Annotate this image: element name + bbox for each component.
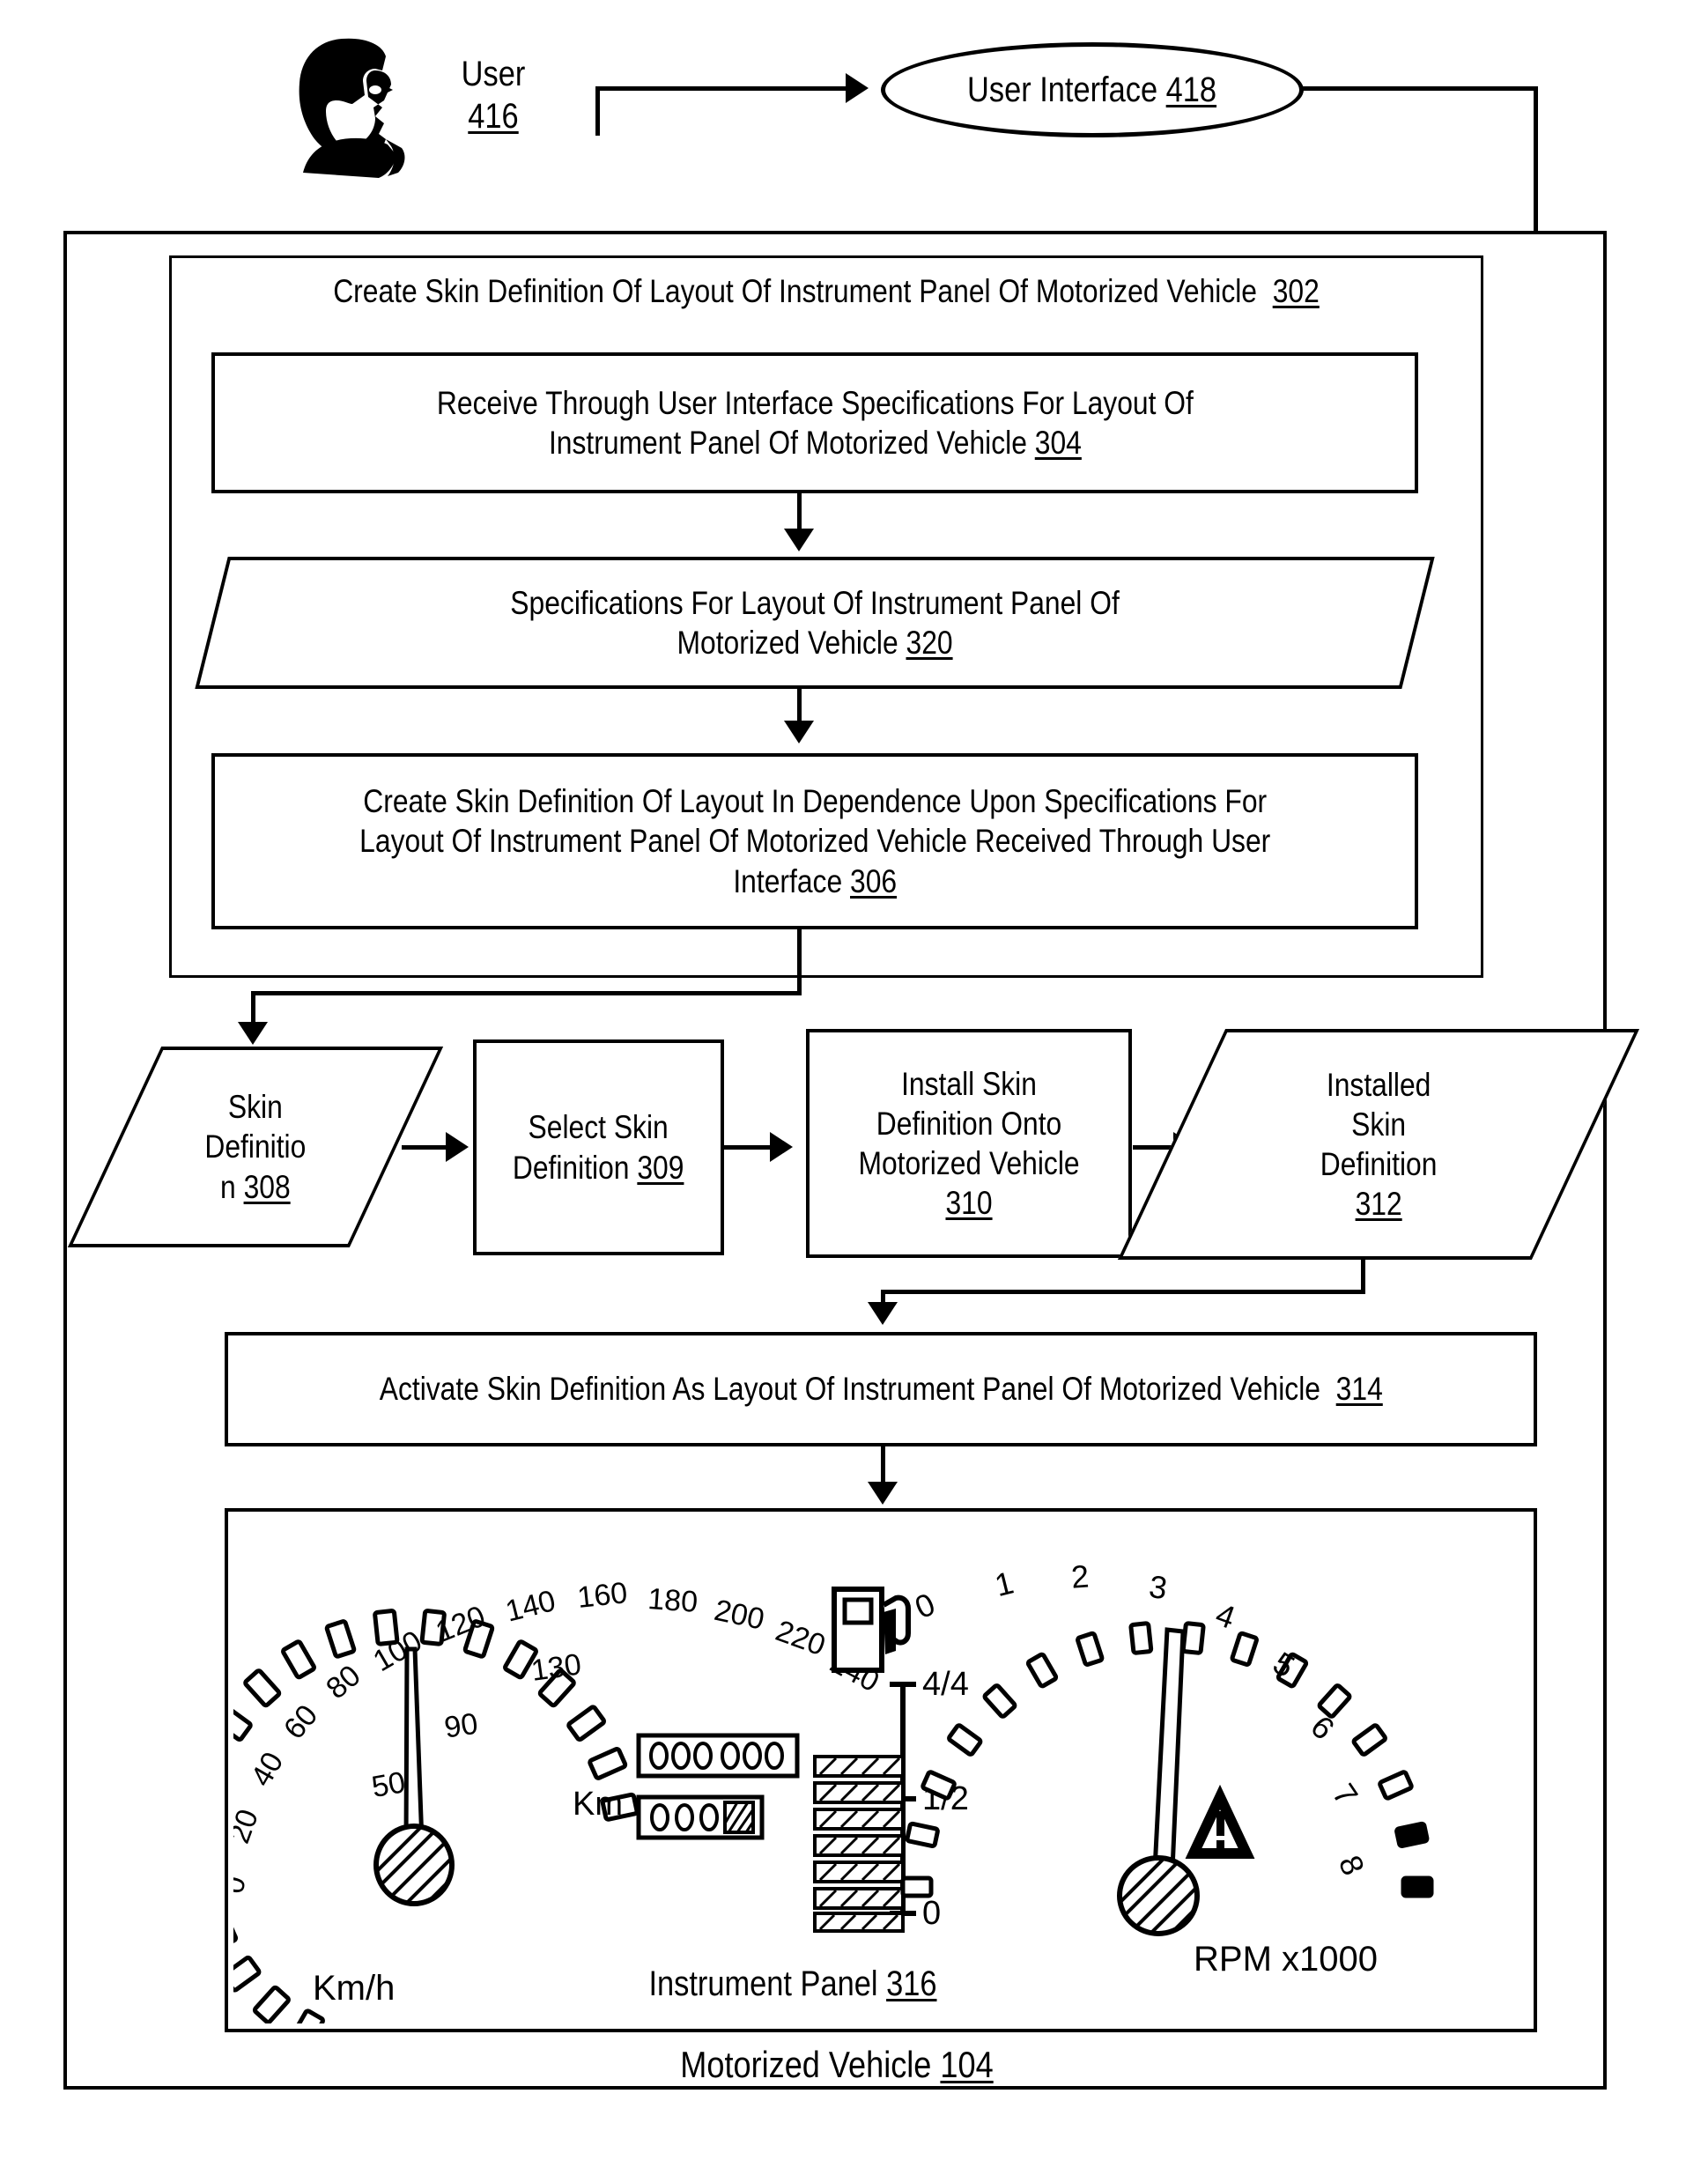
process-304-label: Receive Through User Interface Specifica…	[436, 384, 1194, 461]
instrument-panel-label: Instrument Panel 316	[648, 1964, 937, 2003]
speed-tick-60: 60	[277, 1698, 324, 1745]
process-306-label: Create Skin Definition Of Layout In Depe…	[359, 783, 1271, 899]
connector-308-to-309-arrowhead	[446, 1132, 469, 1162]
connector-308-to-309	[402, 1145, 449, 1150]
connector-302-out-horizontal	[251, 991, 802, 995]
user-to-ui-arrowhead	[846, 73, 869, 103]
instrument-panel-graphic: 0 20 40 60 80 100 120 140 160 180 200 22…	[233, 1557, 1434, 2023]
user-to-ui-line	[595, 86, 851, 91]
speed-tick-180: 180	[647, 1582, 699, 1619]
process-306-box[interactable]: Create Skin Definition Of Layout In Depe…	[211, 753, 1418, 929]
user-to-ui-stub	[595, 86, 600, 136]
rpm-tick-7: 7	[1326, 1777, 1365, 1812]
rpm-tick-0: 0	[909, 1586, 940, 1626]
speed-tick-90: 90	[442, 1707, 480, 1745]
speed-tick-220: 220	[772, 1614, 830, 1662]
fuel-tick-empty: 0	[922, 1895, 941, 1932]
connector-309-to-310-arrowhead	[770, 1132, 793, 1162]
rpm-tick-1: 1	[991, 1565, 1017, 1604]
tachometer-unit-label: RPM x1000	[1194, 1940, 1378, 1979]
process-310-box[interactable]: Install Skin Definition Onto Motorized V…	[806, 1029, 1132, 1258]
tachometer-needle	[1117, 1627, 1200, 1936]
speed-tick-160: 160	[576, 1576, 629, 1615]
user-shoulders-icon	[303, 137, 405, 178]
rpm-tick-4: 4	[1211, 1596, 1240, 1636]
warning-triangle-icon	[1185, 1784, 1255, 1859]
rpm-tick-3: 3	[1147, 1568, 1170, 1606]
connector-320-to-306-arrowhead	[784, 721, 814, 743]
connector-314-to-panel-arrowhead	[868, 1482, 898, 1505]
process-314-label: Activate Skin Definition As Layout Of In…	[379, 1371, 1383, 1408]
data-320-label: Specifications For Layout Of Instrument …	[510, 584, 1120, 661]
user-actor-group: User 416	[291, 35, 555, 178]
connector-302-out-vertical	[797, 929, 802, 995]
process-304-box[interactable]: Receive Through User Interface Specifica…	[211, 352, 1418, 493]
speedometer-trip-unit-label: Km	[573, 1786, 623, 1823]
connector-312-down	[1361, 1260, 1365, 1293]
tachometer-gauge: 0 1 2 3 4 5 6 7 8 RPM x1000	[900, 1557, 1434, 1979]
speed-tick-130: 130	[529, 1647, 583, 1688]
odometer-display	[636, 1733, 800, 1779]
fuel-pump-icon	[832, 1587, 911, 1673]
connector-312-to-314-arrowhead	[868, 1302, 898, 1325]
speedometer-unit-label: Km/h	[313, 1969, 395, 2008]
process-302-label: Create Skin Definition Of Layout Of Inst…	[333, 273, 1320, 309]
process-309-label: Select Skin Definition 309	[513, 1109, 684, 1186]
data-308-label: Skin Definitio n 308	[204, 1089, 307, 1205]
ui-feedback-top-line	[1300, 86, 1538, 91]
process-309-box[interactable]: Select Skin Definition 309	[473, 1039, 724, 1255]
fuel-tick-full: 4/4	[922, 1666, 969, 1703]
user-ref: 416	[468, 97, 519, 136]
data-320-shape-wrap[interactable]: Specifications For Layout Of Instrument …	[195, 557, 1435, 689]
user-interface-label: User Interface 418	[967, 70, 1217, 109]
data-312-label: Installed Skin Definition 312	[1320, 1066, 1438, 1223]
connector-304-to-320-arrowhead	[784, 529, 814, 551]
speed-tick-20: 20	[233, 1805, 265, 1848]
trip-odometer-display	[636, 1794, 765, 1840]
user-label: User	[461, 55, 526, 93]
data-312-shape-wrap[interactable]: Installed Skin Definition 312	[1117, 1029, 1640, 1260]
motorized-vehicle-label: Motorized Vehicle 104	[680, 2044, 994, 2085]
connector-312-to-314-horizontal	[881, 1290, 1365, 1294]
speed-tick-0: 0	[233, 1874, 253, 1897]
rpm-tick-8: 8	[1332, 1850, 1372, 1880]
rpm-tick-6: 6	[1304, 1708, 1342, 1746]
connector-309-to-310	[724, 1145, 773, 1150]
rpm-tick-2: 2	[1070, 1557, 1091, 1594]
user-interface-node[interactable]: User Interface 418	[881, 42, 1304, 137]
speed-tick-200: 200	[712, 1594, 767, 1637]
process-310-label: Install Skin Definition Onto Motorized V…	[858, 1065, 1080, 1222]
connector-302-out-arrowhead	[238, 1022, 268, 1045]
data-308-shape-wrap[interactable]: Skin Definitio n 308	[67, 1047, 444, 1247]
process-314-box[interactable]: Activate Skin Definition As Layout Of In…	[225, 1332, 1537, 1446]
speed-tick-40: 40	[245, 1747, 291, 1793]
speed-tick-80: 80	[320, 1659, 366, 1705]
speedometer-gauge: 0 20 40 60 80 100 120 140 160 180 200 22…	[233, 1576, 884, 2023]
speed-tick-140: 140	[502, 1584, 558, 1629]
speed-tick-50: 50	[369, 1765, 408, 1804]
